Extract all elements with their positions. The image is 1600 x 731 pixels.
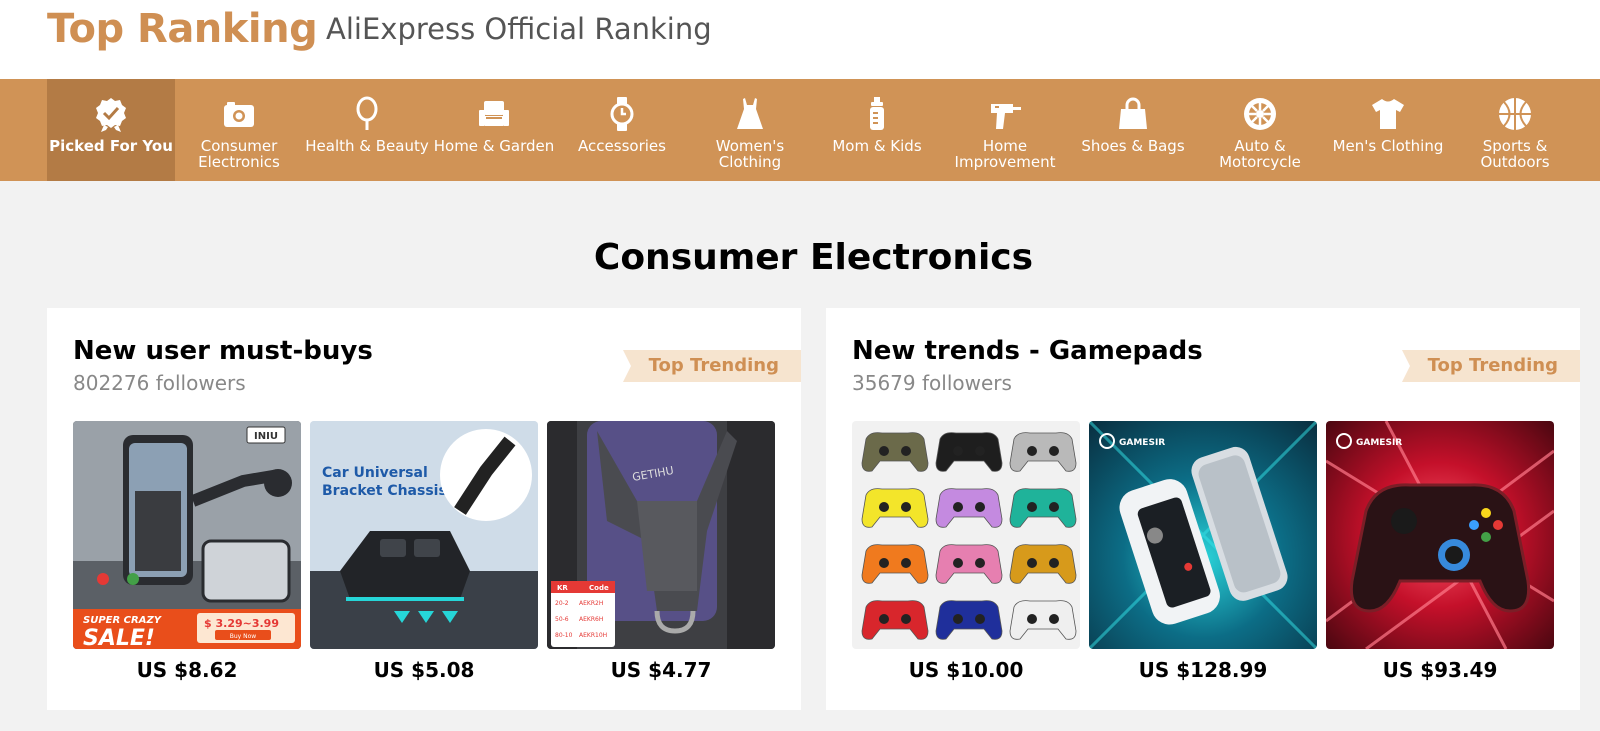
followers-count: 802276 followers: [73, 371, 246, 395]
badge-check-icon: [91, 94, 131, 134]
top-trending-badge: Top Trending: [622, 350, 801, 382]
product-price: US $128.99: [1138, 658, 1268, 682]
svg-text:Code: Code: [589, 584, 609, 592]
ranking-card-gamepads[interactable]: New trends - Gamepads 35679 followers To…: [826, 308, 1580, 710]
card-title[interactable]: New trends - Gamepads: [852, 336, 1203, 366]
watch-icon: [602, 94, 642, 134]
followers-count: 35679 followers: [852, 371, 1012, 395]
category-home-garden[interactable]: Home & Garden: [430, 79, 558, 181]
svg-text:Car Universal: Car Universal: [322, 465, 428, 481]
category-label: Picked For You: [49, 137, 173, 155]
tshirt-icon: [1368, 94, 1408, 134]
ball-icon: [1495, 94, 1535, 134]
product-price: US $4.77: [610, 658, 712, 682]
category-home-improvement[interactable]: Home Improvement: [941, 79, 1069, 181]
svg-text:Bracket Chassis: Bracket Chassis: [322, 483, 447, 499]
product-image-phone-holder[interactable]: INIU SUPER CRAZY SALE! $ 3.29~3.99 Buy N…: [73, 421, 301, 649]
product-image-bracket-chassis[interactable]: Car Universal Bracket Chassis: [310, 421, 538, 649]
category-picked-for-you[interactable]: Picked For You: [47, 79, 175, 181]
product-image-gamepad-grid[interactable]: [852, 421, 1080, 649]
page-title[interactable]: Top Ranking: [47, 6, 318, 52]
category-accessories[interactable]: Accessories: [558, 79, 686, 181]
category-consumer-electronics[interactable]: Consumer Electronics: [175, 79, 303, 181]
svg-text:GAMESIR: GAMESIR: [1356, 438, 1402, 448]
product-price: US $10.00: [908, 658, 1024, 682]
category-label: Consumer Electronics: [198, 137, 280, 171]
product-image-gamesir-controller[interactable]: GAMESIR: [1326, 421, 1554, 649]
wheel-icon: [1240, 94, 1280, 134]
svg-text:AEKR6H: AEKR6H: [579, 616, 603, 623]
category-shoes-bags[interactable]: Shoes & Bags: [1069, 79, 1197, 181]
category-health-beauty[interactable]: Health & Beauty: [303, 79, 431, 181]
svg-text:80-10: 80-10: [555, 632, 573, 639]
page-subtitle: AliExpress Official Ranking: [326, 12, 712, 46]
mirror-icon: [347, 94, 387, 134]
section-title: Consumer Electronics: [593, 237, 1034, 278]
top-trending-badge: Top Trending: [1401, 350, 1580, 382]
sofa-icon: [474, 94, 514, 134]
ranking-card-new-user[interactable]: New user must-buys 802276 followers Top …: [47, 308, 801, 710]
category-auto-motorcycle[interactable]: Auto & Motorcycle: [1196, 79, 1324, 181]
bag-icon: [1113, 94, 1153, 134]
svg-text:KR: KR: [557, 584, 568, 592]
svg-text:50-6: 50-6: [555, 616, 569, 623]
product-image-gravity-holder[interactable]: GETIHU KR Code 20-2 AEKR2H 50-6 AEKR6H 8…: [547, 421, 775, 649]
category-label: Home & Garden: [433, 137, 555, 155]
svg-text:AEKR2H: AEKR2H: [579, 600, 603, 607]
svg-text:GAMESIR: GAMESIR: [1119, 438, 1165, 448]
category-label: Home Improvement: [954, 137, 1056, 171]
category-nav: Picked For You Consumer Electronics Heal…: [0, 79, 1600, 181]
svg-text:SALE!: SALE!: [83, 626, 155, 649]
dress-icon: [730, 94, 770, 134]
svg-text:20-2: 20-2: [555, 600, 569, 607]
category-label: Mom & Kids: [832, 137, 922, 155]
baby-bottle-icon: [857, 94, 897, 134]
svg-text:INIU: INIU: [254, 431, 278, 442]
camera-icon: [219, 94, 259, 134]
category-label: Shoes & Bags: [1081, 137, 1185, 155]
svg-text:SUPER CRAZY: SUPER CRAZY: [83, 615, 163, 626]
svg-text:AEKR10H: AEKR10H: [579, 632, 607, 639]
category-sports-outdoors[interactable]: Sports & Outdoors: [1451, 79, 1579, 181]
category-label: Men's Clothing: [1332, 137, 1444, 155]
svg-text:Buy Now: Buy Now: [230, 633, 257, 640]
category-mens-clothing[interactable]: Men's Clothing: [1324, 79, 1452, 181]
category-label: Accessories: [578, 137, 666, 155]
card-title[interactable]: New user must-buys: [73, 336, 373, 366]
product-price: US $5.08: [373, 658, 475, 682]
drill-icon: [985, 94, 1025, 134]
category-label: Sports & Outdoors: [1480, 137, 1550, 171]
category-label: Health & Beauty: [305, 137, 429, 155]
category-mom-kids[interactable]: Mom & Kids: [813, 79, 941, 181]
product-price: US $8.62: [136, 658, 238, 682]
top-header: Top Ranking AliExpress Official Ranking: [0, 0, 1600, 79]
category-label: Women's Clothing: [715, 137, 785, 171]
category-label: Auto & Motorcycle: [1219, 137, 1301, 171]
svg-text:$ 3.29~3.99: $ 3.29~3.99: [204, 617, 279, 630]
product-image-gamesir-phone-controller[interactable]: GAMESIR: [1089, 421, 1317, 649]
product-price: US $93.49: [1382, 658, 1498, 682]
category-womens-clothing[interactable]: Women's Clothing: [686, 79, 814, 181]
